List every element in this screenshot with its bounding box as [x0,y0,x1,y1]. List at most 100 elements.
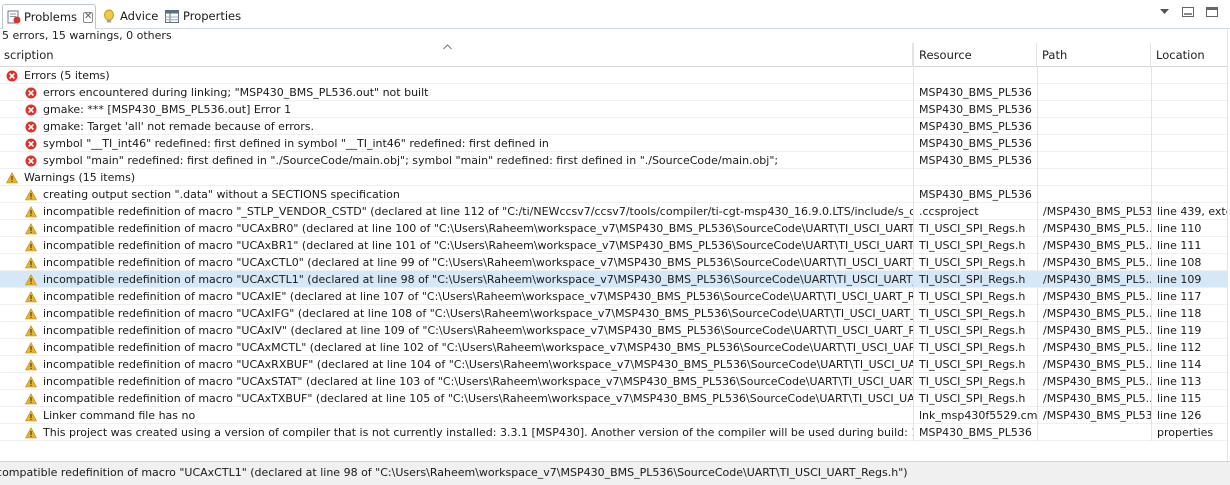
path-cell: /MSP430_BMS_PL5... [1037,237,1151,254]
description-text: creating output section ".data" without … [43,188,400,201]
path-cell [1037,186,1151,203]
location-cell: line 119 [1151,322,1230,339]
description-cell: incompatible redefinition of macro "UCAx… [0,288,913,305]
path-cell: /MSP430_BMS_PL5... [1037,220,1151,237]
resource-cell: TI_USCI_SPI_Regs.h [913,390,1037,407]
path-cell: /MSP430_BMS_PL5... [1037,356,1151,373]
description-cell: Warnings (15 items) [0,169,913,186]
location-cell [1151,67,1230,84]
resource-cell: TI_USCI_SPI_Regs.h [913,220,1037,237]
group-row[interactable]: Warnings (15 items) [0,169,1230,186]
properties-icon [164,8,180,24]
resource-cell: TI_USCI_SPI_Regs.h [913,271,1037,288]
table-row[interactable]: gmake: Target 'all' not remade because o… [0,118,1230,135]
warning-icon [24,341,37,354]
group-row[interactable]: Errors (5 items) [0,67,1230,84]
resource-cell: TI_USCI_SPI_Regs.h [913,288,1037,305]
table-row[interactable]: incompatible redefinition of macro "UCAx… [0,237,1230,254]
description-text: gmake: Target 'all' not remade because o… [43,120,315,133]
description-text: gmake: *** [MSP430_BMS_PL536.out] Error … [43,103,292,116]
resource-cell: TI_USCI_SPI_Regs.h [913,339,1037,356]
description-text: errors encountered during linking; "MSP4… [43,86,429,99]
description-cell: incompatible redefinition of macro "UCAx… [0,220,913,237]
table-row[interactable]: incompatible redefinition of macro "UCAx… [0,322,1230,339]
resource-cell [913,169,1037,186]
path-cell: /MSP430_BMS_PL5... [1037,288,1151,305]
warning-icon [24,290,37,303]
maximize-icon[interactable] [1206,6,1218,18]
path-cell: /MSP430_BMS_PL536 [1037,407,1151,424]
location-cell: line 126 [1151,407,1230,424]
table-row[interactable]: gmake: *** [MSP430_BMS_PL536.out] Error … [0,101,1230,118]
tab-advice[interactable]: Advice [101,6,158,26]
description-cell: This project was created using a version… [0,424,913,441]
table-row[interactable]: errors encountered during linking; "MSP4… [0,84,1230,101]
table-row[interactable]: incompatible redefinition of macro "_STL… [0,203,1230,220]
resource-cell: TI_USCI_SPI_Regs.h [913,254,1037,271]
tab-problems[interactable]: Problems ✕ [2,4,96,29]
warning-icon [24,324,37,337]
column-description[interactable]: scription [0,43,913,67]
table-row[interactable]: Linker command file has no lnk_msp430f552… [0,407,1230,424]
location-cell [1151,152,1230,169]
table-row[interactable]: incompatible redefinition of macro "UCAx… [0,288,1230,305]
warning-icon [24,188,37,201]
lightbulb-icon [101,8,117,24]
path-cell [1037,152,1151,169]
problems-icon [7,9,21,25]
table-row[interactable]: incompatible redefinition of macro "UCAx… [0,271,1230,288]
location-cell: line 108 [1151,254,1230,271]
description-cell: symbol "__TI_int46" redefined: first def… [0,135,913,152]
minimize-icon[interactable] [1182,6,1194,18]
description-text: incompatible redefinition of macro "UCAx… [43,358,913,371]
table-row[interactable]: This project was created using a version… [0,424,1230,441]
location-cell: line 110 [1151,220,1230,237]
location-cell: properties [1151,424,1230,441]
table-row[interactable]: incompatible redefinition of macro "UCAx… [0,220,1230,237]
error-icon [24,86,37,99]
error-icon [5,69,18,82]
table-row[interactable]: incompatible redefinition of macro "UCAx… [0,254,1230,271]
path-cell: /MSP430_BMS_PL5... [1037,373,1151,390]
warning-icon [24,239,37,252]
sort-ascending-icon [443,43,452,53]
resource-cell: TI_USCI_SPI_Regs.h [913,373,1037,390]
status-text: incompatible redefinition of macro "UCAx… [0,466,908,479]
description-cell: incompatible redefinition of macro "UCAx… [0,237,913,254]
table-row[interactable]: incompatible redefinition of macro "UCAx… [0,305,1230,322]
view-controls [1158,6,1218,18]
description-cell: creating output section ".data" without … [0,186,913,203]
location-cell [1151,135,1230,152]
description-cell: incompatible redefinition of macro "UCAx… [0,390,913,407]
description-text: incompatible redefinition of macro "_STL… [43,205,913,218]
column-location[interactable]: Location [1151,43,1230,67]
description-text: Warnings (15 items) [24,171,136,184]
table-row[interactable]: symbol "main" redefined: first defined i… [0,152,1230,169]
resource-cell: TI_USCI_SPI_Regs.h [913,237,1037,254]
location-cell [1151,169,1230,186]
warning-icon [24,307,37,320]
column-path[interactable]: Path [1037,43,1151,67]
location-cell [1151,186,1230,203]
description-cell: incompatible redefinition of macro "UCAx… [0,322,913,339]
description-text: incompatible redefinition of macro "UCAx… [43,324,913,337]
column-resource[interactable]: Resource [913,43,1037,67]
resource-cell: MSP430_BMS_PL536 [913,152,1037,169]
status-bar: incompatible redefinition of macro "UCAx… [0,461,1230,485]
view-menu-icon[interactable] [1158,6,1170,18]
warning-icon [5,171,18,184]
location-cell: line 112 [1151,339,1230,356]
description-cell: incompatible redefinition of macro "UCAx… [0,356,913,373]
tab-properties[interactable]: Properties [164,6,241,26]
path-cell: /MSP430_BMS_PL5... [1037,339,1151,356]
table-row[interactable]: incompatible redefinition of macro "UCAx… [0,390,1230,407]
description-cell: Errors (5 items) [0,67,913,84]
table-row[interactable]: incompatible redefinition of macro "UCAx… [0,373,1230,390]
table-row[interactable]: incompatible redefinition of macro "UCAx… [0,339,1230,356]
description-text: incompatible redefinition of macro "UCAx… [43,256,913,269]
table-row[interactable]: symbol "__TI_int46" redefined: first def… [0,135,1230,152]
close-icon[interactable]: ✕ [83,11,94,23]
table-row[interactable]: incompatible redefinition of macro "UCAx… [0,356,1230,373]
location-cell [1151,84,1230,101]
table-row[interactable]: creating output section ".data" without … [0,186,1230,203]
